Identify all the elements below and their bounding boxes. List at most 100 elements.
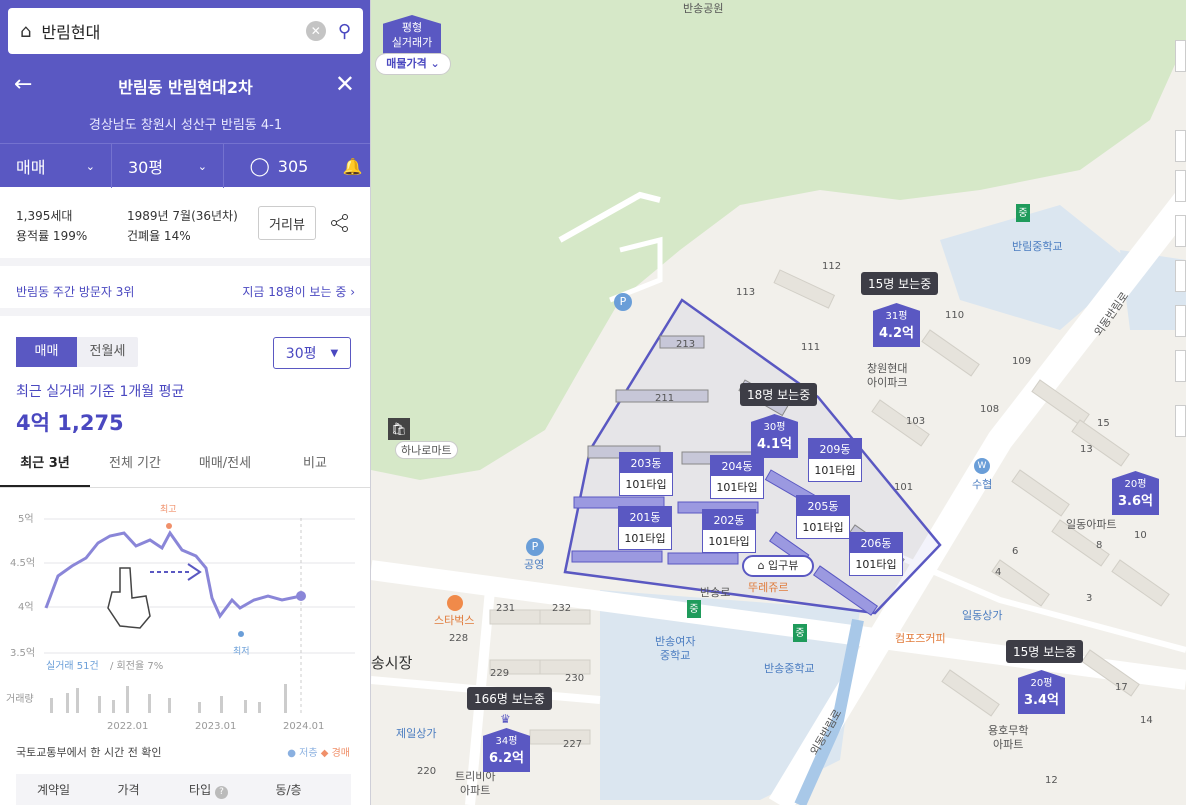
price-marker[interactable]: 31평 4.2억 [873,303,920,347]
price-marker[interactable]: 34평 6.2억 [483,728,530,772]
map-control[interactable] [1175,215,1186,247]
home-icon[interactable]: ⌂ [20,21,31,42]
price-chart[interactable]: 5억 4.5억 4억 3.5억 최고 최저 실거래 51건 / 회전율 7% 거… [0,488,370,713]
header-tabs: 매매 ⌄ 30평 ⌄ ◯ 305 🔔 [0,143,370,188]
bldg-number: 8 [1096,540,1103,551]
dong-marker[interactable]: 206동 101타입 [849,532,903,576]
hanaro-label[interactable]: 하나로마트 [395,441,458,459]
caret-down-icon: ▼ [330,347,339,359]
bldg-number: 10 [1134,530,1147,541]
bansong-girls-label-2: 중학교 [660,649,691,662]
map-control[interactable] [1175,405,1186,437]
y-tick: 4억 [18,601,34,613]
chevron-right-icon: › [350,285,355,299]
map-control[interactable] [1175,40,1186,72]
x-tick: 2022.01 [107,721,149,732]
trade-count: 실거래 51건 [46,660,99,672]
bell-icon: 🔔 [342,156,363,176]
floor-area-ratio: 용적률 199% [16,229,88,243]
marker-size: 20평 [1030,678,1053,689]
segment-rent[interactable]: 전월세 [77,337,138,367]
comments-button[interactable]: ◯ 305 [224,144,334,188]
notification-button[interactable]: 🔔 [334,144,370,188]
dong-name: 204동 [711,456,763,476]
visitor-bar[interactable]: 반림동 주간 방문자 3위 지금 18명이 보는 중 › [0,270,370,316]
tab-compare[interactable]: 비교 [270,450,360,487]
map-control[interactable] [1175,130,1186,162]
street-view-button[interactable]: 거리뷰 [258,206,316,240]
bansong-ms-label: 반송중학교 [764,662,815,675]
price-marker[interactable]: 20평 3.4억 [1018,670,1065,714]
dong-marker[interactable]: 203동 101타입 [619,452,673,496]
park-label: 반송공원 [683,2,724,15]
yongho-label-2: 아파트 [993,738,1024,751]
dong-marker[interactable]: 202동 101타입 [702,509,756,553]
map-control[interactable] [1175,350,1186,382]
dong-marker[interactable]: 205동 101타입 [796,495,850,539]
live-viewers[interactable]: 지금 18명이 보는 중 › [242,283,355,300]
cafe-icon[interactable] [447,595,463,611]
shopping-bag-icon[interactable]: 🛍 [388,418,410,440]
marker-size: 34평 [495,736,518,747]
visitor-rank: 반림동 주간 방문자 3위 [16,285,135,299]
share-icon[interactable] [330,213,350,233]
chat-bubble-icon: ◯ [249,155,270,177]
marker-price: 6.2억 [489,751,524,766]
bldg-number: 228 [449,633,469,644]
complex-info: 1,395세대 용적률 199% 1989년 7월(36년차) 건폐율 14% 거리… [0,188,370,266]
parking-icon[interactable]: P [614,293,632,311]
price-marker[interactable]: 30평 4.1억 [751,414,798,458]
dong-marker[interactable]: 204동 101타입 [710,455,764,499]
size-dropdown[interactable]: 30평 ⌄ [112,144,224,188]
price-marker[interactable]: 20평 3.6억 [1112,471,1159,515]
segment-sale[interactable]: 매매 [16,337,77,367]
chevron-down-icon: ⌄ [85,159,95,173]
changwon-hyundai-label-2: 아이파크 [867,376,908,389]
bank-icon[interactable]: W [974,458,990,474]
dong-marker[interactable]: 201동 101타입 [618,506,672,550]
size-select[interactable]: 30평 ▼ [273,337,351,369]
search-input[interactable] [41,21,306,41]
dong-name: 209동 [809,439,861,459]
ildong-label: 일동아파트 [1066,518,1117,531]
avg-label: 최근 실거래 기준 1개월 평균 [16,384,185,400]
dong-type: 101타입 [625,478,667,491]
bldg-number: 13 [1080,444,1093,455]
flag-icon: 중 [1016,204,1030,222]
high-label: 최고 [160,504,177,515]
map-control[interactable] [1175,170,1186,202]
x-axis: 2022.01 2023.01 2024.01 [0,713,370,733]
latest-point [296,591,306,601]
col-price: 가격 [117,783,140,797]
bldg-number: 101 [894,482,914,493]
parking-icon[interactable]: P [526,538,544,556]
households: 1,395세대 [16,209,73,223]
dong-name: 201동 [619,507,671,527]
close-icon[interactable]: ✕ [335,70,355,98]
dong-type: 101타입 [814,464,856,477]
clear-icon[interactable]: ✕ [305,21,326,41]
crown-icon: ♛ [500,712,511,726]
entrance-view-button[interactable]: ⌂ 입구뷰 [742,555,814,577]
tab-recent-3y[interactable]: 최근 3년 [0,450,90,487]
chart-legend: ● 저층 ◆ 경매 [287,744,350,759]
viewers-badge: 166명 보는중 [467,687,552,710]
price-chart-svg: 5억 4.5억 4억 3.5억 최고 최저 실거래 51건 / 회전율 7% 거… [6,504,355,713]
map-control[interactable] [1175,305,1186,337]
tab-sale-jeonse[interactable]: 매매/전세 [180,450,270,487]
bansong-ro-label: 반송로 [700,586,731,599]
suhyup-label: 수협 [972,478,993,491]
listing-price-button[interactable]: 매물가격 ⌄ [375,53,451,75]
deal-type-dropdown[interactable]: 매매 ⌄ [0,144,112,188]
search-bar: ⌂ ✕ ⚲ [0,0,370,62]
tab-all-period[interactable]: 전체 기간 [90,450,180,487]
marker-price: 4.1억 [757,437,792,452]
bldg-number: 227 [563,739,583,750]
help-icon[interactable]: ? [214,785,228,799]
search-icon[interactable]: ⚲ [338,21,351,42]
bldg-number: 14 [1140,715,1153,726]
bldg-number: 112 [822,261,842,272]
map-control[interactable] [1175,260,1186,292]
dong-name: 202동 [703,510,755,530]
dong-marker[interactable]: 209동 101타입 [808,438,862,482]
